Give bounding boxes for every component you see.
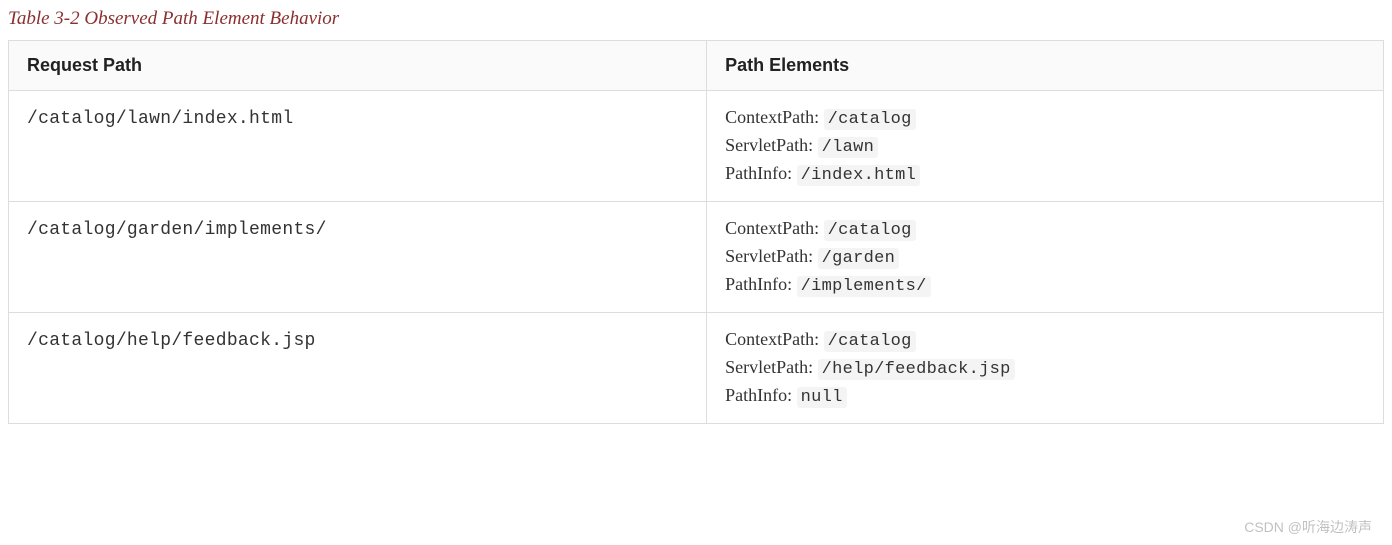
servletPath-line: ServletPath: /help/feedback.jsp bbox=[725, 357, 1365, 379]
pathInfo-value: /implements/ bbox=[797, 276, 931, 297]
request-path-value: /catalog/help/feedback.jsp bbox=[27, 331, 316, 351]
contextPath-value: /catalog bbox=[824, 220, 916, 241]
request-path-value: /catalog/lawn/index.html bbox=[27, 109, 293, 129]
request-path-cell: /catalog/help/feedback.jsp bbox=[9, 313, 707, 424]
watermark: CSDN @听海边涛声 bbox=[1244, 517, 1372, 537]
contextPath-line: ContextPath: /catalog bbox=[725, 107, 1365, 129]
contextPath-line: ContextPath: /catalog bbox=[725, 218, 1365, 240]
pathInfo-label: PathInfo: bbox=[725, 163, 797, 183]
servletPath-value: /lawn bbox=[818, 137, 879, 158]
pathInfo-label: PathInfo: bbox=[725, 385, 797, 405]
servletPath-line: ServletPath: /lawn bbox=[725, 135, 1365, 157]
pathInfo-line: PathInfo: null bbox=[725, 385, 1365, 407]
servletPath-label: ServletPath: bbox=[725, 135, 818, 155]
contextPath-value: /catalog bbox=[824, 331, 916, 352]
header-request-path: Request Path bbox=[9, 41, 707, 91]
pathInfo-value: /index.html bbox=[797, 165, 921, 186]
contextPath-line: ContextPath: /catalog bbox=[725, 329, 1365, 351]
path-elements-cell: ContextPath: /catalog ServletPath: /lawn P… bbox=[707, 91, 1384, 202]
table-caption: Table 3-2 Observed Path Element Behavior bbox=[8, 8, 1384, 30]
servletPath-label: ServletPath: bbox=[725, 246, 818, 266]
servletPath-line: ServletPath: /garden bbox=[725, 246, 1365, 268]
pathInfo-line: PathInfo: /index.html bbox=[725, 163, 1365, 185]
path-elements-cell: ContextPath: /catalog ServletPath: /help/… bbox=[707, 313, 1384, 424]
contextPath-label: ContextPath: bbox=[725, 218, 824, 238]
pathInfo-value: null bbox=[797, 387, 847, 408]
request-path-value: /catalog/garden/implements/ bbox=[27, 220, 327, 240]
servletPath-value: /garden bbox=[818, 248, 900, 269]
request-path-cell: /catalog/garden/implements/ bbox=[9, 202, 707, 313]
pathInfo-label: PathInfo: bbox=[725, 274, 797, 294]
contextPath-label: ContextPath: bbox=[725, 107, 824, 127]
request-path-cell: /catalog/lawn/index.html bbox=[9, 91, 707, 202]
contextPath-label: ContextPath: bbox=[725, 329, 824, 349]
contextPath-value: /catalog bbox=[824, 109, 916, 130]
path-elements-cell: ContextPath: /catalog ServletPath: /garde… bbox=[707, 202, 1384, 313]
table-row: /catalog/help/feedback.jspContextPath: /… bbox=[9, 313, 1384, 424]
table-row: /catalog/lawn/index.htmlContextPath: /ca… bbox=[9, 91, 1384, 202]
header-path-elements: Path Elements bbox=[707, 41, 1384, 91]
pathInfo-line: PathInfo: /implements/ bbox=[725, 274, 1365, 296]
servletPath-label: ServletPath: bbox=[725, 357, 818, 377]
servletPath-value: /help/feedback.jsp bbox=[818, 359, 1015, 380]
path-table: Request Path Path Elements /catalog/lawn… bbox=[8, 40, 1384, 424]
table-row: /catalog/garden/implements/ContextPath: … bbox=[9, 202, 1384, 313]
